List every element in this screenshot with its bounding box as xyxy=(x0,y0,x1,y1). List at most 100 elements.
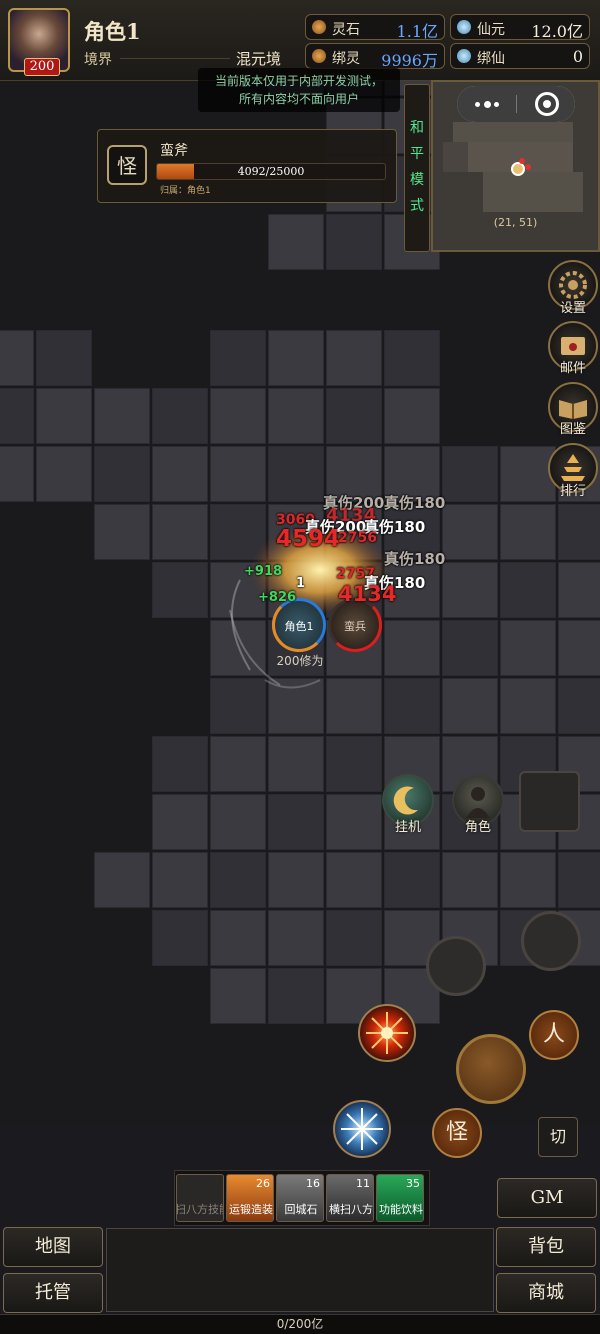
floor-tile xyxy=(326,852,382,908)
floor-tile xyxy=(558,562,600,618)
slot-name: 扫八方技能 xyxy=(176,1203,223,1216)
close-target-icon[interactable] xyxy=(535,92,559,116)
hotbar-slot[interactable]: 11 横扫八方 xyxy=(326,1174,374,1222)
slot-count: 26 xyxy=(256,1177,270,1190)
target-player-button[interactable]: 人 xyxy=(529,1010,579,1060)
skill-slot-empty[interactable] xyxy=(521,911,581,971)
floor-tile xyxy=(500,620,556,676)
floor-tile xyxy=(210,388,266,444)
fire-skill-button[interactable] xyxy=(358,1004,416,1062)
floor-tile xyxy=(326,388,382,444)
damage-text: 1 xyxy=(296,576,306,591)
floor-tile xyxy=(268,214,324,270)
floor-tile xyxy=(210,852,266,908)
floor-tile xyxy=(210,736,266,792)
character-label: 角色 xyxy=(464,820,491,835)
floor-tile xyxy=(152,736,208,792)
floor-tile xyxy=(94,388,150,444)
floor-tile xyxy=(210,330,266,386)
floor-tile xyxy=(36,446,92,502)
monster-badge: 怪 xyxy=(107,145,147,185)
ranking-label: 排行 xyxy=(559,484,586,499)
floor-tile xyxy=(152,446,208,502)
more-dots-icon[interactable] xyxy=(475,101,499,108)
damage-text: 真伤180 xyxy=(384,550,446,568)
skill-slot-empty[interactable] xyxy=(426,936,486,996)
hotbar-slot[interactable]: 26 运锻造装 xyxy=(226,1174,274,1222)
minimap[interactable]: 蛮王寨 (21, 51) xyxy=(431,80,600,252)
monster-unit[interactable]: 蛮兵 xyxy=(328,598,382,652)
floor-tile xyxy=(152,910,208,966)
chat-box[interactable] xyxy=(106,1228,494,1312)
currency-bangxian[interactable]: 绑仙 0 xyxy=(450,43,590,69)
player-level-badge: 200 xyxy=(24,58,60,76)
slot-name: 横扫八方 xyxy=(329,1203,373,1216)
floor-tile xyxy=(558,852,600,908)
player-unit-sub: 200修为 xyxy=(276,654,324,668)
floor-tile xyxy=(326,736,382,792)
peace-mode-char: 式 xyxy=(410,198,424,214)
floor-tile xyxy=(94,446,150,502)
auto-hosting-button[interactable]: 托管 xyxy=(3,1273,103,1313)
auto-battle-label: 挂机 xyxy=(394,820,421,835)
peace-mode-toggle[interactable]: 和 平 模 式 xyxy=(404,84,430,252)
floor-tile xyxy=(442,852,498,908)
floor-tile xyxy=(268,736,324,792)
peace-mode-char: 模 xyxy=(410,172,424,188)
codex-label: 图鉴 xyxy=(559,422,586,437)
ingot-icon xyxy=(457,20,471,34)
hotbar-slot[interactable]: 16 回城石 xyxy=(276,1174,324,1222)
floor-tile xyxy=(384,852,440,908)
currency-label: 仙元 xyxy=(477,22,505,38)
bound-spirit-stone-icon xyxy=(312,49,326,63)
floor-tile xyxy=(326,214,382,270)
realm-divider xyxy=(120,58,230,59)
target-monster-button[interactable]: 怪 xyxy=(432,1108,482,1158)
ice-star-icon xyxy=(341,1108,383,1150)
gm-button[interactable]: GM xyxy=(497,1178,597,1218)
empty-quick-slot[interactable] xyxy=(519,771,580,832)
damage-text: 真伤180 xyxy=(384,494,446,512)
monster-unit-label: 蛮兵 xyxy=(344,620,366,633)
damage-text: 4134 xyxy=(338,582,397,606)
target-panel[interactable]: 怪 蛮斧 4092/25000 归属：角色1 xyxy=(97,129,397,203)
enemy-marker-icon xyxy=(525,164,531,170)
floor-tile xyxy=(36,388,92,444)
currency-xianyuan[interactable]: 仙元 12.0亿 xyxy=(450,14,590,41)
floor-tile xyxy=(0,446,34,502)
dev-notice: 当前版本仅用于内部开发测试， 所有内容均不面向用户 xyxy=(198,68,400,112)
switch-target-button[interactable]: 切 xyxy=(538,1117,578,1157)
ice-skill-button[interactable] xyxy=(333,1100,391,1158)
hotbar-slot[interactable]: 扫八方技能 xyxy=(176,1174,224,1222)
player-unit[interactable]: 角色1 xyxy=(272,598,326,652)
floor-tile xyxy=(500,678,556,734)
floor-tile xyxy=(326,910,382,966)
floor-tile xyxy=(268,968,324,1024)
floor-tile xyxy=(558,620,600,676)
realm-label: 境界 xyxy=(84,52,112,68)
hotbar-slot[interactable]: 35 功能饮料 xyxy=(376,1174,424,1222)
floor-tile xyxy=(442,678,498,734)
currency-bangling[interactable]: 绑灵 9996万 xyxy=(305,43,445,70)
floor-tile xyxy=(500,562,556,618)
mini-program-capsule[interactable] xyxy=(457,86,575,122)
notice-line-2: 所有内容均不面向用户 xyxy=(238,92,359,106)
floor-tile xyxy=(210,968,266,1024)
target-hp-bar: 4092/25000 xyxy=(156,163,386,180)
map-button[interactable]: 地图 xyxy=(3,1227,103,1267)
target-owner: 归属：角色1 xyxy=(160,186,211,196)
slot-count: 11 xyxy=(356,1177,370,1190)
slot-count: 35 xyxy=(406,1177,420,1190)
floor-tile xyxy=(152,562,208,618)
floor-tile xyxy=(210,794,266,850)
floor-tile xyxy=(152,504,208,560)
currency-lingshi[interactable]: 灵石 1.1亿 xyxy=(305,14,445,41)
player-unit-label: 角色1 xyxy=(284,620,314,633)
main-attack-button[interactable] xyxy=(456,1034,526,1104)
bag-button[interactable]: 背包 xyxy=(496,1227,596,1267)
slot-count: 16 xyxy=(306,1177,320,1190)
shop-button[interactable]: 商城 xyxy=(496,1273,596,1313)
floor-tile xyxy=(268,794,324,850)
floor-tile xyxy=(94,504,150,560)
floor-tile xyxy=(558,504,600,560)
